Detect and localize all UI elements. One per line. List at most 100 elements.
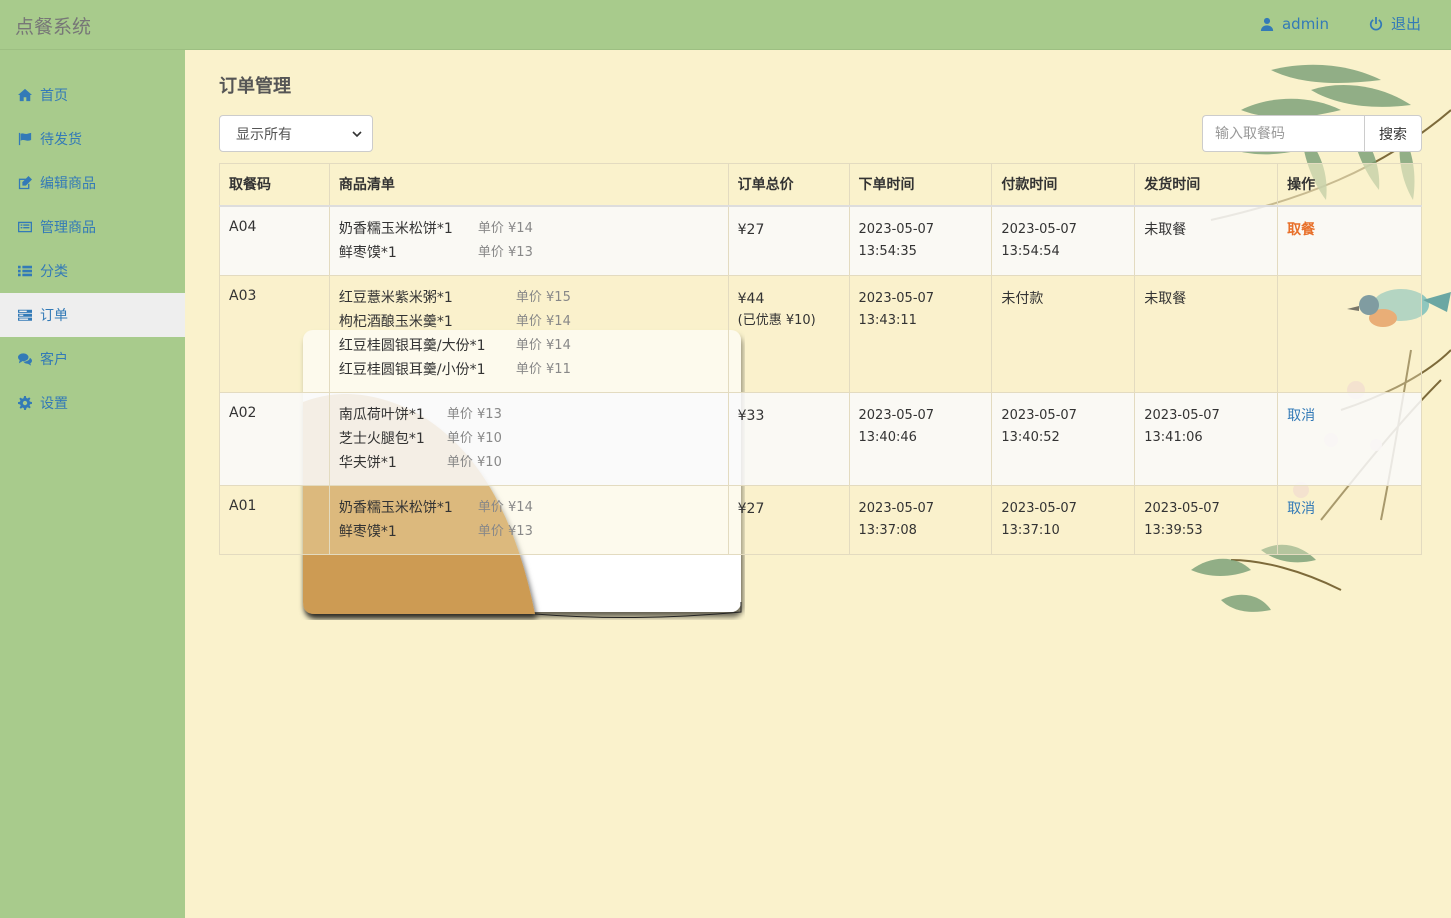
order-time: 13:43:11 [858, 312, 917, 328]
list-item: 芝士火腿包*1 单价 ¥10 [339, 427, 719, 451]
pickup-code-cell: A03 [219, 274, 330, 393]
sidebar-item-pending-shipment[interactable]: 待发货 [0, 117, 185, 161]
item-unit-price: 单价 ¥11 [515, 361, 571, 377]
user-icon [1260, 17, 1274, 31]
ship-time-cell: 2023-05-07 13:41:06 [1134, 391, 1279, 486]
pay-time-cell: 未付款 [991, 274, 1136, 393]
item-name: 奶香糯玉米松饼*1 [338, 220, 453, 237]
cancel-order-link[interactable]: 取消 [1287, 501, 1315, 517]
item-unit-price: 单价 ¥10 [446, 430, 502, 446]
table-row: A03 红豆薏米紫米粥*1 单价 ¥15 枸杞酒酿玉米羹*1 单价 ¥14 红豆… [219, 274, 1422, 393]
chevron-down-icon [352, 130, 362, 137]
ship-time: 13:41:06 [1144, 429, 1203, 445]
items-cell: 红豆薏米紫米粥*1 单价 ¥15 枸杞酒酿玉米羹*1 单价 ¥14 红豆桂圆银耳… [328, 274, 729, 393]
ship-time-cell: 未取餐 [1134, 274, 1279, 393]
action-cell: 取餐 [1277, 205, 1422, 276]
sidebar-item-manage-goods[interactable]: 管理商品 [0, 205, 185, 249]
total-price: ¥44 [737, 290, 765, 307]
action-cell: 取消 [1277, 484, 1422, 555]
pay-time-cell: 2023-05-07 13:54:54 [991, 205, 1136, 276]
search-button[interactable]: 搜索 [1364, 115, 1422, 152]
column-header: 下单时间 [848, 163, 993, 207]
app-brand[interactable]: 点餐系统 [15, 12, 91, 39]
order-time-cell: 2023-05-07 13:54:35 [848, 205, 993, 276]
user-link[interactable]: admin [1260, 13, 1329, 34]
pay-time: 13:54:54 [1001, 243, 1060, 259]
item-name: 奶香糯玉米松饼*1 [338, 499, 453, 516]
top-navbar: 点餐系统 admin 退出 [0, 0, 1451, 50]
sidebar-item-edit-goods[interactable]: 编辑商品 [0, 161, 185, 205]
pay-time: 13:37:10 [1001, 522, 1060, 538]
home-icon [18, 88, 32, 102]
item-unit-price: 单价 ¥14 [515, 337, 571, 353]
pickup-code-cell: A01 [219, 484, 330, 555]
total-price-cell: ¥33 [727, 391, 850, 486]
total-price: ¥33 [737, 407, 765, 424]
sidebar-item-label: 订单 [40, 308, 68, 324]
item-unit-price: 单价 ¥14 [515, 313, 571, 329]
list-item: 红豆桂圆银耳羹/小份*1 单价 ¥11 [339, 358, 719, 382]
total-price-cell: ¥44 (已优惠 ¥10) [727, 274, 850, 393]
list-item: 鲜枣馍*1 单价 ¥13 [339, 241, 719, 265]
item-unit-price: 单价 ¥14 [477, 220, 533, 236]
item-unit-price: 单价 ¥10 [446, 454, 502, 470]
logout-link[interactable]: 退出 [1369, 13, 1421, 34]
action-cell: 取消 [1277, 391, 1422, 486]
order-filter-select[interactable]: 显示所有 [219, 115, 373, 152]
total-price-cell: ¥27 [727, 205, 850, 276]
table-row: A02 南瓜荷叶饼*1 单价 ¥13 芝士火腿包*1 单价 ¥10 华夫饼*1 … [219, 391, 1422, 486]
power-icon [1369, 16, 1383, 31]
table-header-row: 取餐码 商品清单 订单总价 下单时间 付款时间 发货时间 操作 [219, 163, 1422, 207]
order-date: 2023-05-07 [858, 407, 935, 423]
column-header: 取餐码 [219, 163, 330, 207]
item-unit-price: 单价 ¥13 [446, 406, 502, 422]
item-name: 红豆桂圆银耳羹/大份*1 [338, 337, 486, 354]
pay-time: 13:40:52 [1001, 429, 1060, 445]
ship-time-cell: 未取餐 [1134, 205, 1279, 276]
order-time-cell: 2023-05-07 13:43:11 [848, 274, 993, 393]
table-row: A04 奶香糯玉米松饼*1 单价 ¥14 鲜枣馍*1 单价 ¥13 ¥27 20… [219, 205, 1422, 276]
item-name: 鲜枣馍*1 [338, 523, 397, 540]
items-cell: 奶香糯玉米松饼*1 单价 ¥14 鲜枣馍*1 单价 ¥13 [328, 205, 729, 276]
search-bar: 搜索 [1202, 115, 1422, 152]
comments-icon [18, 353, 32, 366]
column-header: 订单总价 [727, 163, 850, 207]
sidebar-item-label: 编辑商品 [40, 176, 96, 192]
pickup-code-cell: A02 [219, 391, 330, 486]
cancel-order-link[interactable]: 取消 [1287, 408, 1315, 424]
ship-status: 未取餐 [1144, 221, 1187, 238]
item-unit-price: 单价 ¥15 [515, 289, 571, 305]
pay-time-cell: 2023-05-07 13:40:52 [991, 391, 1136, 486]
ship-date: 2023-05-07 [1144, 407, 1220, 423]
take-meal-button[interactable]: 取餐 [1287, 222, 1315, 238]
page-title: 订单管理 [219, 76, 291, 97]
sidebar-item-customers[interactable]: 客户 [0, 337, 185, 381]
action-cell [1277, 274, 1422, 393]
pay-date: 2023-05-07 [1001, 500, 1077, 516]
list-item: 鲜枣馍*1 单价 ¥13 [339, 520, 719, 544]
discount-note: (已优惠 ¥10) [737, 312, 816, 328]
list-item: 红豆薏米紫米粥*1 单价 ¥15 [339, 286, 719, 310]
sidebar-item-category[interactable]: 分类 [0, 249, 185, 293]
table-row: A01 奶香糯玉米松饼*1 单价 ¥14 鲜枣馍*1 单价 ¥13 ¥27 20… [219, 484, 1422, 555]
sidebar-item-settings[interactable]: 设置 [0, 381, 185, 425]
tasks-icon [18, 309, 32, 321]
total-price-cell: ¥27 [727, 484, 850, 555]
pickup-code-search-input[interactable] [1202, 115, 1364, 152]
sidebar-item-home[interactable]: 首页 [0, 73, 185, 117]
order-date: 2023-05-07 [858, 290, 935, 306]
sidebar-menu: 首页 待发货 编辑商品 管理商品 分类 订单 客户 设置 [0, 73, 185, 425]
item-unit-price: 单价 ¥13 [477, 244, 533, 260]
item-name: 南瓜荷叶饼*1 [338, 406, 425, 423]
top-right-links: admin 退出 [1260, 13, 1421, 34]
list-item: 枸杞酒酿玉米羹*1 单价 ¥14 [339, 310, 719, 334]
ship-time-cell: 2023-05-07 13:39:53 [1134, 484, 1279, 555]
sidebar-item-label: 首页 [40, 88, 68, 104]
ship-status: 未取餐 [1144, 290, 1187, 307]
order-date: 2023-05-07 [858, 221, 935, 237]
item-unit-price: 单价 ¥13 [477, 523, 533, 539]
column-header: 付款时间 [991, 163, 1136, 207]
sidebar: 首页 待发货 编辑商品 管理商品 分类 订单 客户 设置 [0, 50, 185, 918]
sidebar-item-orders[interactable]: 订单 [0, 293, 185, 337]
gear-icon [18, 396, 32, 410]
